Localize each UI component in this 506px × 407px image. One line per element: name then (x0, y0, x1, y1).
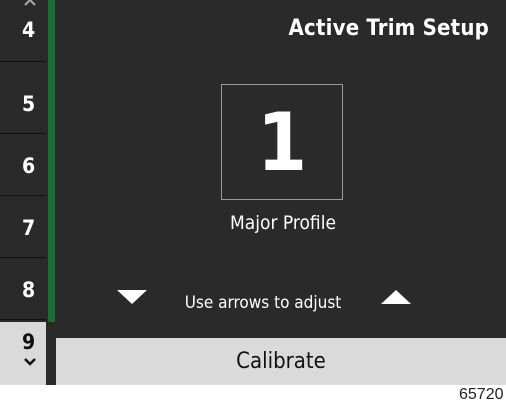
active-trim-setup-screen: 4 5 6 7 8 9 Active Trim Setup 1 Major Pr… (0, 0, 506, 385)
figure-id: 65720 (459, 386, 504, 403)
active-indicator-bar (48, 0, 55, 322)
adjust-hint: Use arrows to adjust (184, 293, 342, 313)
sidebar-item-4[interactable]: 4 (0, 0, 46, 62)
sidebar-item-5[interactable]: 5 (0, 72, 46, 134)
chevron-down-icon[interactable] (24, 358, 36, 366)
sidebar-item-9[interactable]: 9 (0, 322, 46, 385)
sidebar-item-8[interactable]: 8 (0, 258, 46, 320)
profile-label: Major Profile (230, 212, 336, 234)
sidebar-item-label: 6 (22, 154, 36, 178)
calibrate-button[interactable]: Calibrate (56, 338, 506, 385)
increase-arrow-icon[interactable] (381, 290, 411, 304)
sidebar-item-label: 5 (22, 92, 36, 116)
decrease-arrow-icon[interactable] (117, 290, 147, 304)
calibrate-label: Calibrate (236, 349, 326, 374)
sidebar-item-label: 9 (22, 330, 36, 354)
sidebar-item-label: 8 (22, 278, 36, 302)
sidebar-item-7[interactable]: 7 (0, 196, 46, 258)
chevron-up-icon[interactable] (24, 0, 36, 6)
page-title: Active Trim Setup (288, 16, 489, 41)
profile-value-box: 1 (221, 84, 343, 200)
sidebar: 4 5 6 7 8 9 (0, 0, 46, 385)
sidebar-item-6[interactable]: 6 (0, 134, 46, 196)
profile-value: 1 (256, 95, 308, 189)
sidebar-item-label: 4 (22, 18, 36, 42)
sidebar-item-label: 7 (22, 216, 36, 240)
